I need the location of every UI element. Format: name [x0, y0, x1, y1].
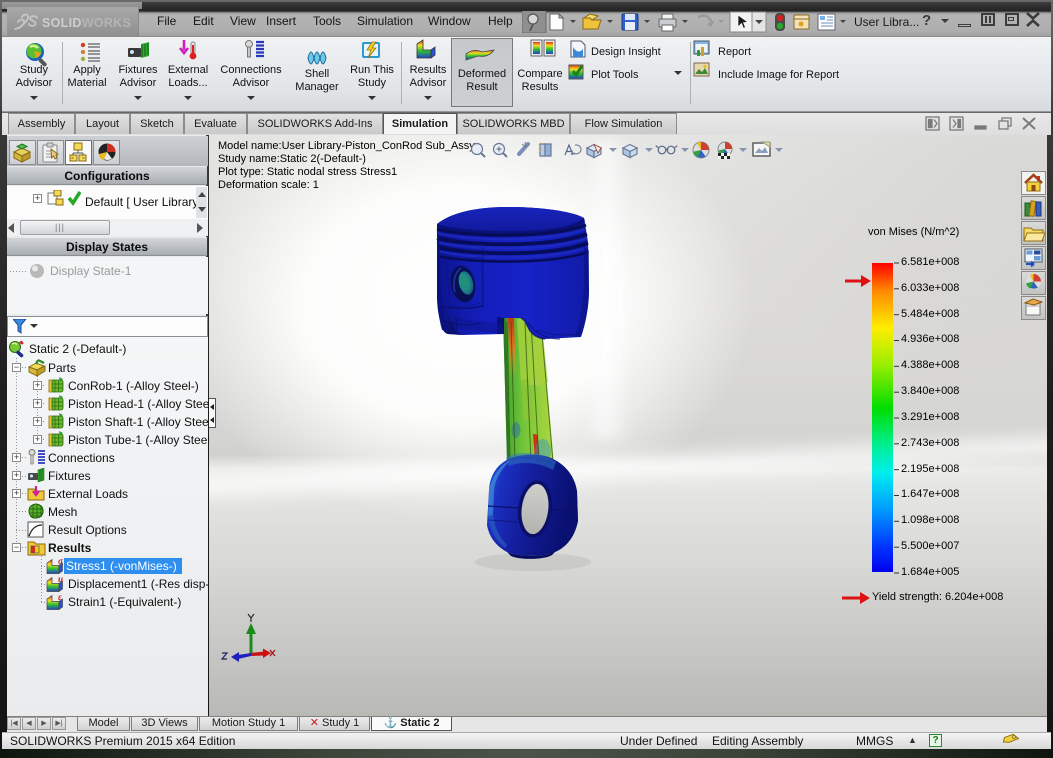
svg-text:ε: ε	[58, 592, 62, 602]
svg-text:u: u	[58, 574, 63, 584]
svg-text:SOLIDWORKS: SOLIDWORKS	[42, 16, 131, 30]
